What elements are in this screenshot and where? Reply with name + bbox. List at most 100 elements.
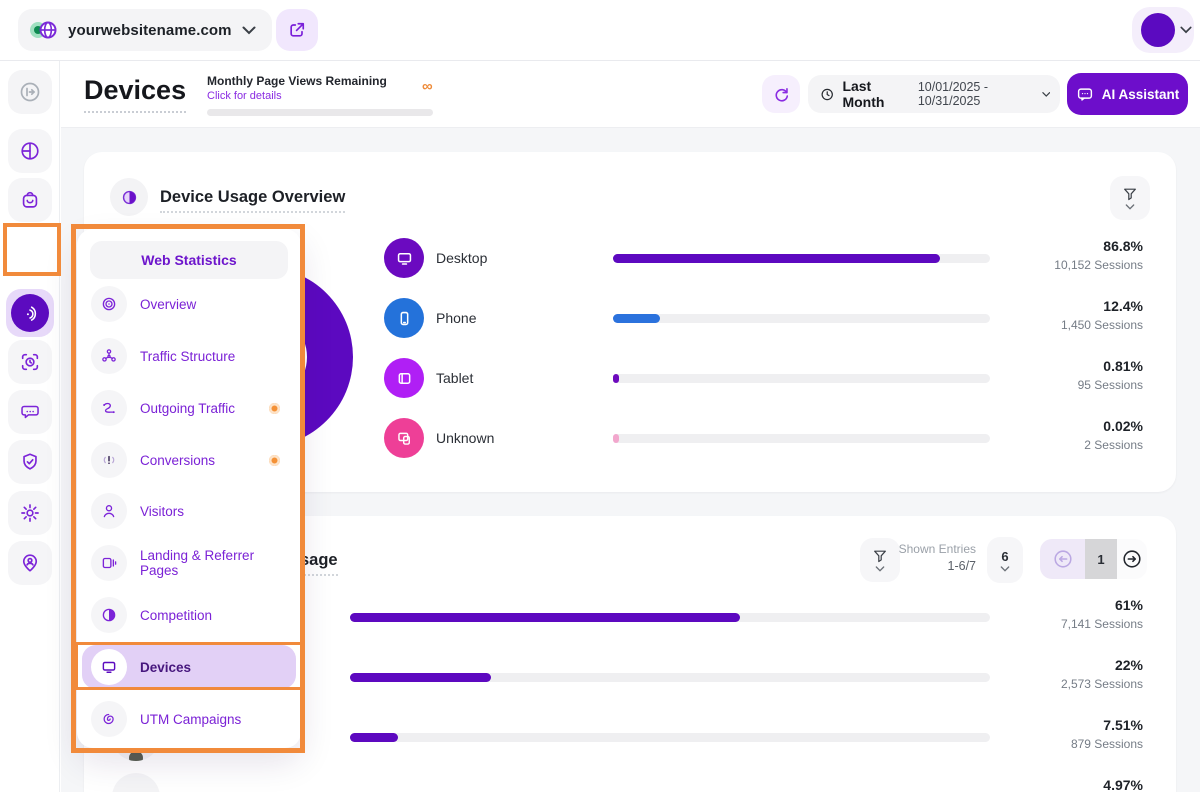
usage-sessions: 2,573 Sessions <box>1061 677 1143 691</box>
device-bar-track <box>613 254 990 263</box>
quota-details-link[interactable]: Click for details <box>207 90 437 102</box>
device-bar-track <box>613 434 990 443</box>
menu-item-outgoing-traffic[interactable]: Outgoing Traffic <box>82 386 296 430</box>
person-icon <box>91 493 127 529</box>
usage-sessions: 7,141 Sessions <box>1061 617 1143 631</box>
usage-bar-track <box>350 733 990 742</box>
sidebar-item-feedback[interactable] <box>8 390 52 434</box>
filter-button[interactable] <box>1110 176 1150 220</box>
location-pin-icon <box>19 552 41 574</box>
usage-pct: 22% <box>1061 657 1143 673</box>
menu-item-traffic-structure[interactable]: Traffic Structure <box>82 334 296 378</box>
device-pct: 86.8% <box>1054 238 1143 254</box>
card-title: Device Usage Overview <box>160 188 345 213</box>
quota-label: Monthly Page Views Remaining <box>207 74 437 88</box>
web-statistics-active-icon <box>11 294 49 332</box>
chevron-down-icon <box>1000 566 1010 572</box>
usage-bar-track <box>350 613 990 622</box>
spiral-icon <box>91 701 127 737</box>
usage-bar-track <box>350 673 990 682</box>
device-pct: 0.81% <box>1078 358 1143 374</box>
menu-item-landing-referrer-pages[interactable]: Landing & Referrer Pages <box>82 541 296 585</box>
device-sessions: 2 Sessions <box>1084 438 1143 452</box>
device-sessions: 95 Sessions <box>1078 378 1143 392</box>
usage-row: 4.97% <box>84 767 1176 792</box>
web-statistics-flyout-menu: Web Statistics Overview Traffic Structur… <box>77 229 301 748</box>
menu-item-competition[interactable]: Competition <box>82 593 296 637</box>
user-menu[interactable] <box>1132 7 1194 53</box>
period-range: 10/01/2025 - 10/31/2025 <box>918 80 1034 108</box>
quota-progress-bar <box>207 109 433 116</box>
tablet-icon <box>384 358 424 398</box>
sidebar-item-visitor-location[interactable] <box>8 541 52 585</box>
open-website-button[interactable] <box>276 9 318 51</box>
device-label: Tablet <box>436 370 473 386</box>
sidebar-item-store[interactable] <box>8 178 52 222</box>
device-values: 0.02% 2 Sessions <box>1084 418 1143 452</box>
menu-item-overview[interactable]: Overview <box>82 282 296 326</box>
menu-item-devices[interactable]: Devices <box>82 645 296 689</box>
shield-check-icon <box>19 451 41 473</box>
sidebar-item-session-recordings[interactable] <box>8 340 52 384</box>
prev-page-button[interactable] <box>1040 539 1085 579</box>
usage-bar-fill <box>350 613 740 622</box>
device-bar-fill <box>613 434 619 443</box>
usage-values: 22% 2,573 Sessions <box>1061 657 1143 691</box>
notification-dot <box>269 455 280 466</box>
next-page-button[interactable] <box>1117 539 1147 579</box>
shopping-bag-icon <box>19 189 41 211</box>
menu-item-utm-campaigns[interactable]: UTM Campaigns <box>82 697 296 741</box>
gear-icon <box>19 502 41 524</box>
chevron-down-icon <box>242 26 256 35</box>
ai-assistant-button[interactable]: AI Assistant <box>1067 73 1188 115</box>
device-bar-track <box>613 314 990 323</box>
arrow-right-circle-icon <box>1121 548 1143 570</box>
avatar <box>1141 13 1175 47</box>
device-bar-fill <box>613 374 619 383</box>
device-pct: 0.02% <box>1084 418 1143 434</box>
device-values: 12.4% 1,450 Sessions <box>1061 298 1143 332</box>
desktop-icon <box>384 238 424 278</box>
usage-values: 4.97% <box>1103 777 1143 792</box>
website-favicon-icon <box>30 18 58 42</box>
device-label: Phone <box>436 310 476 326</box>
current-page[interactable]: 1 <box>1085 539 1117 579</box>
chevron-down-icon <box>1125 204 1135 210</box>
device-bar-fill <box>613 314 660 323</box>
page-title: Devices <box>84 75 186 113</box>
sidebar-item-dashboard[interactable] <box>8 129 52 173</box>
refresh-icon <box>772 85 791 104</box>
menu-item-conversions[interactable]: Conversions <box>82 438 296 482</box>
device-sessions: 10,152 Sessions <box>1054 258 1143 272</box>
network-icon <box>91 338 127 374</box>
sidebar-collapse-button[interactable] <box>8 70 52 114</box>
date-range-picker[interactable]: Last Month 10/01/2025 - 10/31/2025 <box>808 75 1060 113</box>
page-header: Devices Monthly Page Views Remaining Cli… <box>61 61 1200 128</box>
usage-pct: 7.51% <box>1071 717 1143 733</box>
chevron-down-icon <box>1042 91 1050 98</box>
conversion-signal-icon <box>91 442 127 478</box>
usage-values: 61% 7,141 Sessions <box>1061 597 1143 631</box>
sidebar-item-settings[interactable] <box>8 491 52 535</box>
unknown-device-icon <box>384 418 424 458</box>
contrast-circle-icon <box>91 597 127 633</box>
app-window: yourwebsitename.com <box>0 0 1200 792</box>
shown-entries: Shown Entries 1-6/7 <box>884 542 976 573</box>
website-selector[interactable]: yourwebsitename.com <box>18 9 272 51</box>
monitor-icon <box>91 649 127 685</box>
shown-entries-range: 1-6/7 <box>884 559 976 573</box>
menu-item-visitors[interactable]: Visitors <box>82 489 296 533</box>
icon-sidebar <box>0 61 60 792</box>
device-pct: 12.4% <box>1061 298 1143 314</box>
usage-values: 7.51% 879 Sessions <box>1071 717 1143 751</box>
page-size-value: 6 <box>1001 549 1008 564</box>
sidebar-item-security[interactable] <box>8 440 52 484</box>
sidebar-item-web-statistics[interactable] <box>6 289 54 337</box>
target-icon <box>91 286 127 322</box>
device-values: 86.8% 10,152 Sessions <box>1054 238 1143 272</box>
clock-icon <box>820 86 834 103</box>
usage-bar-fill <box>350 673 491 682</box>
refresh-button[interactable] <box>762 75 800 113</box>
flyout-header: Web Statistics <box>90 241 288 279</box>
page-size-select[interactable]: 6 <box>987 537 1023 583</box>
